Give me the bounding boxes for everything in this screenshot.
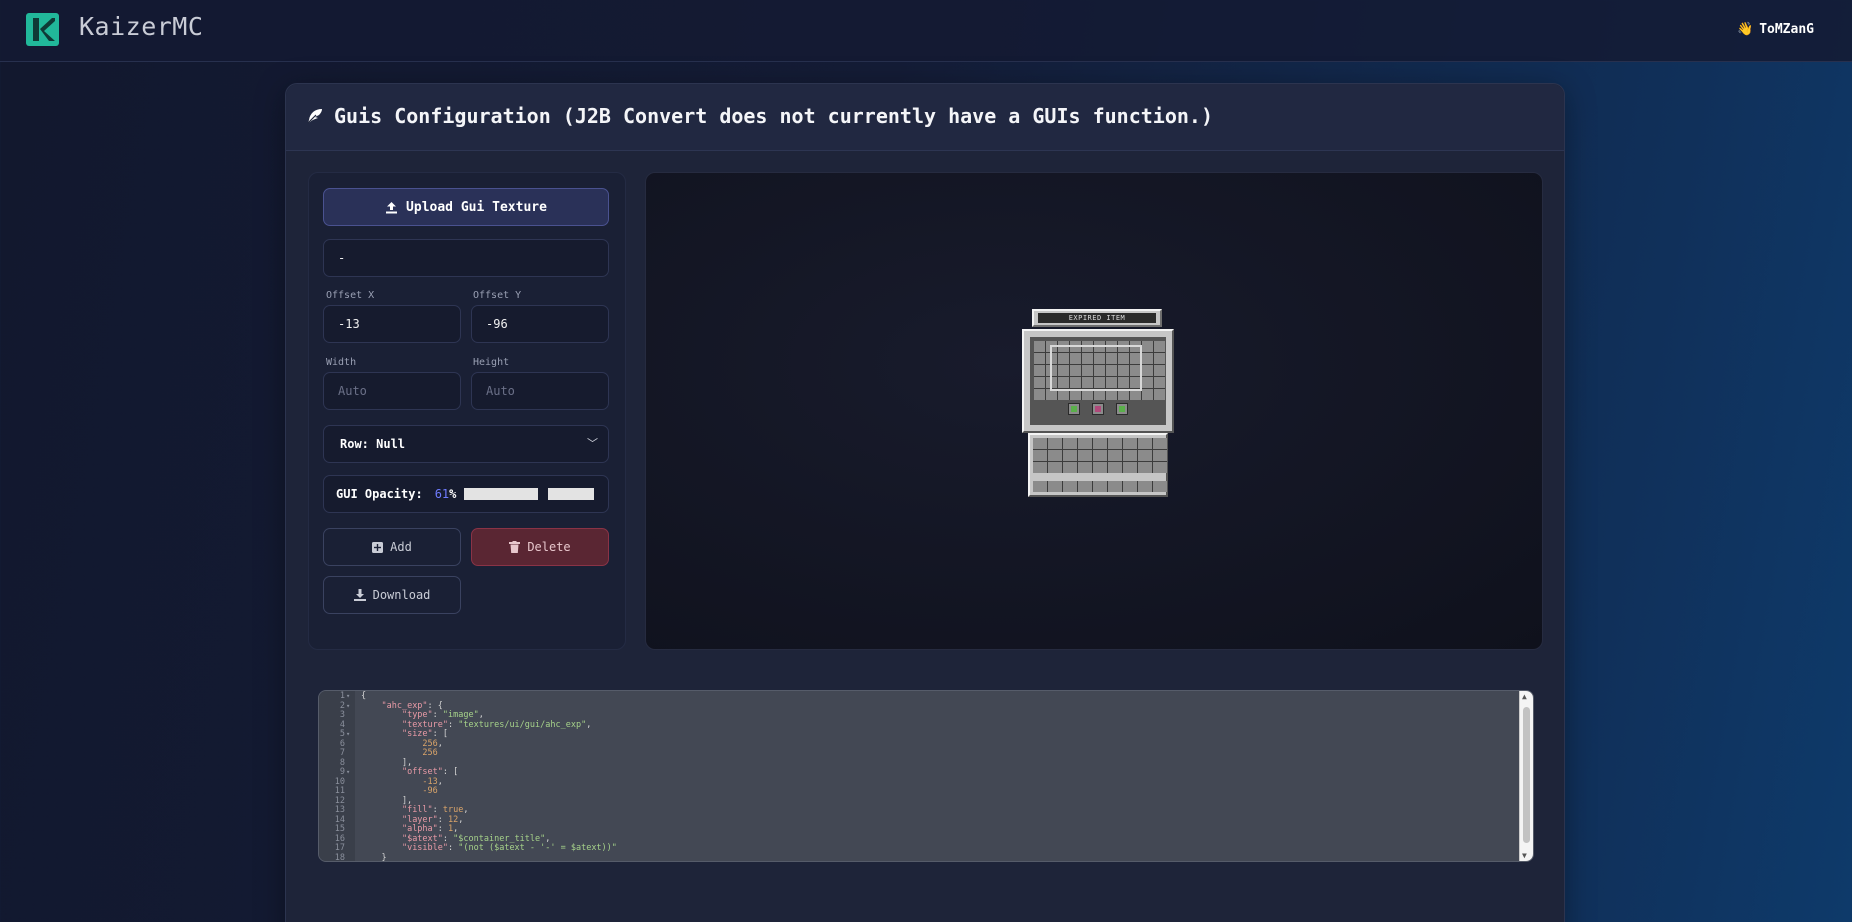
- code-line[interactable]: 13 "fill": true,: [319, 805, 1533, 816]
- add-button[interactable]: Add: [323, 528, 461, 566]
- page-title: Guis Configuration (J2B Convert does not…: [306, 104, 1213, 128]
- offset-x-label: Offset X: [326, 290, 375, 301]
- offset-y-label: Offset Y: [473, 290, 522, 301]
- scroll-down-icon[interactable]: ▼: [1522, 851, 1527, 860]
- item-frame: [1050, 345, 1142, 391]
- opacity-unit: %: [449, 487, 457, 501]
- fold-toggle-icon[interactable]: ▾: [346, 768, 350, 778]
- code-line[interactable]: 6 256,: [319, 739, 1533, 750]
- add-label: Add: [390, 540, 412, 554]
- code-line[interactable]: 12 ],: [319, 796, 1533, 807]
- fold-toggle-icon[interactable]: ▾: [346, 702, 350, 712]
- height-input[interactable]: [471, 372, 609, 410]
- brand-name[interactable]: KaizerMC: [79, 12, 203, 41]
- item-slot: [1068, 403, 1080, 415]
- json-code-editor[interactable]: 1 ▾{2 ▾ "ahc_exp": {3 "type": "image", 4 "t…: [318, 690, 1534, 862]
- height-label: Height: [473, 357, 510, 368]
- width-input[interactable]: [323, 372, 461, 410]
- feather-icon: [307, 109, 322, 124]
- gui-opacity-control: GUI Opacity: 61%: [323, 475, 609, 513]
- scrollbar-thumb[interactable]: [1523, 707, 1530, 843]
- editor-scrollbar[interactable]: ▲ ▼: [1519, 691, 1533, 861]
- gui-container-panel: [1022, 329, 1174, 433]
- opacity-label: GUI Opacity:: [336, 487, 423, 501]
- code-line[interactable]: 10 -13,: [319, 777, 1533, 788]
- card-header: Guis Configuration (J2B Convert does not…: [286, 84, 1564, 151]
- fold-toggle-icon[interactable]: ▾: [346, 692, 350, 702]
- user-menu[interactable]: 👋 ToMZanG: [1737, 22, 1814, 37]
- upload-label: Upload Gui Texture: [406, 199, 547, 215]
- hotbar-slot-grid: [1033, 481, 1167, 492]
- gui-preview-canvas[interactable]: EXPIRED ITEM: [645, 172, 1543, 650]
- wave-hand-icon: 👋: [1737, 22, 1754, 37]
- player-inventory-panel: [1028, 433, 1168, 497]
- download-icon: [353, 589, 366, 601]
- line-number: 18: [334, 852, 345, 862]
- trash-icon: [509, 541, 521, 553]
- code-line[interactable]: 17 "visible": "(not ($atext - '-' = $ate…: [319, 843, 1533, 854]
- code-text: "visible": "(not ($atext - '-' = $atext)…: [401, 843, 617, 853]
- chevron-down-icon: ﹀: [587, 437, 598, 450]
- gui-title-tab: EXPIRED ITEM: [1032, 309, 1162, 327]
- row-select[interactable]: Row: Null ﹀: [323, 425, 609, 463]
- code-line[interactable]: 8 ],: [319, 758, 1533, 769]
- code-line[interactable]: 4 "texture": "textures/ui/gui/ahc_exp",: [319, 720, 1533, 731]
- control-panel: Upload Gui Texture Offset X Offset Y Wid…: [308, 172, 626, 650]
- plus-square-icon: [372, 541, 384, 553]
- scroll-up-icon[interactable]: ▲: [1522, 692, 1527, 701]
- code-line[interactable]: 9 ▾ "offset": [: [319, 767, 1533, 778]
- inventory-slot-grid: [1033, 438, 1167, 473]
- code-line[interactable]: 1 ▾{: [319, 691, 1533, 702]
- download-button[interactable]: Download: [323, 576, 461, 614]
- top-navbar: KaizerMC 👋 ToMZanG: [0, 0, 1852, 62]
- code-line[interactable]: 2 ▾ "ahc_exp": {: [319, 701, 1533, 712]
- code-text: }: [361, 852, 387, 862]
- download-label: Download: [372, 588, 431, 602]
- opacity-value: 61: [434, 487, 450, 501]
- upload-icon: [386, 201, 398, 213]
- delete-button[interactable]: Delete: [471, 528, 609, 566]
- item-slot: [1116, 403, 1128, 415]
- code-lines: 1 ▾{2 ▾ "ahc_exp": {3 "type": "image", 4 "t…: [319, 691, 1533, 862]
- code-line[interactable]: 5 ▾ "size": [: [319, 729, 1533, 740]
- gui-name-input[interactable]: [323, 239, 609, 277]
- gui-title-text: EXPIRED ITEM: [1038, 313, 1156, 323]
- width-label: Width: [326, 357, 357, 368]
- code-line[interactable]: 14 "layer": 12,: [319, 815, 1533, 826]
- offset-y-input[interactable]: [471, 305, 609, 343]
- opacity-slider[interactable]: [464, 488, 539, 500]
- kaizermc-logo-icon[interactable]: [26, 13, 59, 46]
- page-title-text: Guis Configuration (J2B Convert does not…: [334, 104, 1213, 128]
- item-slot: [1092, 403, 1104, 415]
- username: ToMZanG: [1759, 22, 1814, 37]
- code-line[interactable]: 18 }: [319, 852, 1533, 862]
- offset-x-input[interactable]: [323, 305, 461, 343]
- gui-config-card: Guis Configuration (J2B Convert does not…: [285, 83, 1565, 922]
- code-line[interactable]: 11 -96: [319, 786, 1533, 797]
- row-select-value: Row: Null: [340, 437, 406, 451]
- code-line[interactable]: 7 256: [319, 748, 1533, 759]
- fold-toggle-icon[interactable]: ▾: [346, 730, 350, 740]
- upload-gui-texture-button[interactable]: Upload Gui Texture: [323, 188, 609, 226]
- delete-label: Delete: [527, 540, 571, 554]
- opacity-input[interactable]: [548, 488, 595, 500]
